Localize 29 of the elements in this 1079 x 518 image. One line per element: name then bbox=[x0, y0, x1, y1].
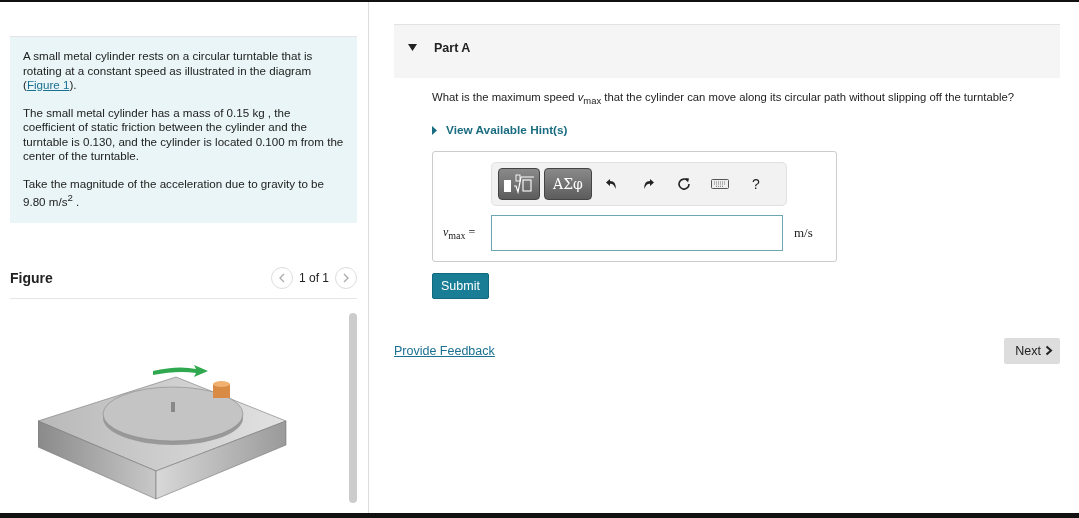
reset-icon bbox=[677, 176, 691, 191]
figure-title: Figure bbox=[10, 270, 53, 287]
feedback-link[interactable]: Provide Feedback bbox=[394, 343, 495, 358]
problem-paragraph: Take the magnitude of the acceleration due to gravity to be 9.80 m/s$^{2}$ . bbox=[23, 176, 325, 210]
chevron-right-icon bbox=[342, 273, 350, 284]
hint-link[interactable]: View Available Hint(s) bbox=[432, 123, 568, 138]
next-button[interactable]: Next bbox=[1004, 337, 1060, 364]
question-text: What is the maximum speed v$_{max}$ that the cylinder can move along its circular path without slipping off the turntable? bbox=[432, 90, 1016, 109]
chevron-right-icon bbox=[1045, 345, 1053, 357]
redo-icon bbox=[642, 177, 654, 190]
figure-link[interactable]: Figure 1 bbox=[26, 78, 70, 91]
problem-paragraph: A small metal cylinder rests on a circular turntable that is rotating at a constant speed as illustrated in the diagram (Figure 1). bbox=[23, 49, 314, 93]
unit-label: m/s bbox=[794, 224, 813, 241]
submit-button[interactable]: Submit bbox=[432, 272, 489, 299]
chevron-left-icon bbox=[277, 273, 286, 284]
root-template-icon bbox=[503, 173, 535, 194]
caret-right-icon bbox=[432, 125, 437, 135]
part-header[interactable]: Part A bbox=[394, 24, 1060, 78]
keyboard-icon bbox=[711, 178, 729, 189]
templates-button[interactable] bbox=[498, 167, 540, 200]
scrollbar[interactable] bbox=[349, 313, 357, 504]
page-counter: 1 of 1 bbox=[298, 271, 329, 286]
help-button[interactable]: ? bbox=[740, 167, 772, 200]
part-title: Part A bbox=[434, 41, 471, 55]
symbols-button[interactable]: ΑΣφ bbox=[544, 167, 592, 200]
problem-paragraph: The small metal cylinder has a mass of 0.15 kg , the coefficient of static friction between the cylinder and the turntable is 0.130, and the cylinder is located 0.100 m from the center of the turntable. bbox=[23, 105, 345, 164]
answer-label: v$_{max}$ = bbox=[442, 224, 477, 241]
undo-icon bbox=[606, 177, 618, 190]
answer-field[interactable] bbox=[491, 214, 783, 251]
